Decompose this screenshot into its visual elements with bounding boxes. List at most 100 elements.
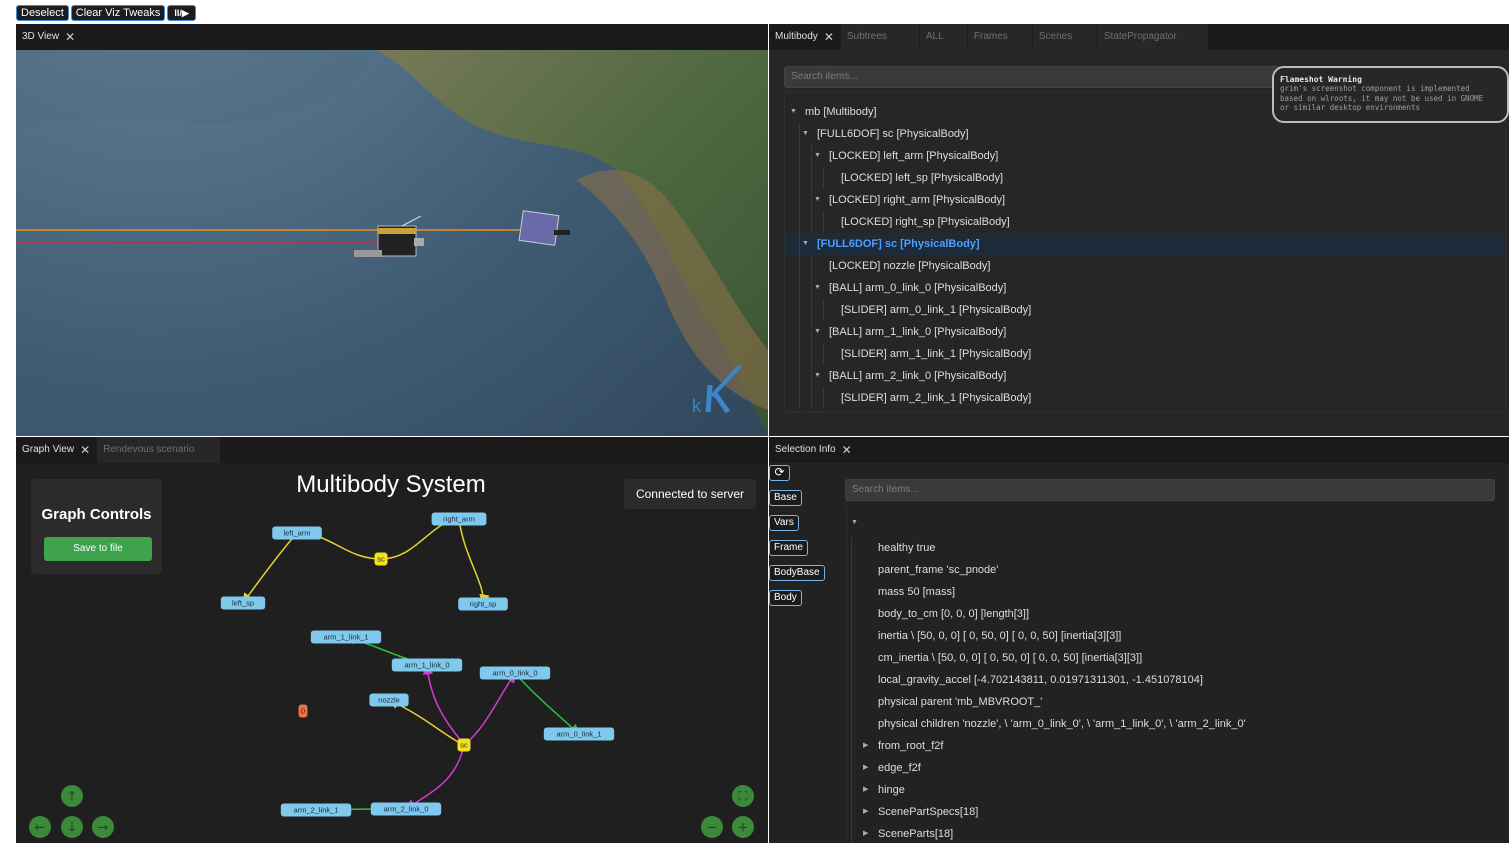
tab-all[interactable]: ALL: [919, 24, 967, 50]
tree-guide-line: [851, 625, 852, 647]
expand-caret-icon[interactable]: ▼: [851, 519, 858, 526]
property-row[interactable]: ▶ edge_f2f: [847, 757, 1496, 779]
tree-item[interactable]: [SLIDER] arm_0_link_1 [PhysicalBody]: [785, 299, 1505, 321]
tree-guide-line: [799, 145, 800, 167]
collapsed-caret-icon[interactable]: ▶: [863, 823, 868, 843]
expand-caret-icon[interactable]: ▼: [802, 233, 809, 255]
expand-caret-icon[interactable]: ▼: [814, 321, 821, 343]
tree-guide-line: [811, 321, 812, 343]
property-label: mass 50 [mass]: [878, 586, 956, 598]
property-row: mass 50 [mass]: [847, 581, 1496, 603]
graph-node[interactable]: right_arm: [431, 512, 487, 526]
property-row[interactable]: ▶ from_root_f2f: [847, 735, 1496, 757]
tab-selection-info[interactable]: Selection Info ✕: [769, 437, 858, 463]
graph-node-label: nozzle: [378, 696, 400, 705]
property-label: SceneParts[18]: [878, 828, 954, 840]
refresh-icon[interactable]: ⟳: [769, 465, 790, 481]
tree-item[interactable]: ▼ [FULL6DOF] sc [PhysicalBody]: [785, 233, 1505, 255]
close-icon[interactable]: ✕: [824, 24, 834, 50]
tree-guide-line: [799, 277, 800, 299]
app-root: Deselect Clear Viz Tweaks II/▶ 3D View ✕: [0, 0, 1509, 843]
graph-node[interactable]: sc: [374, 552, 388, 566]
tab-graph-view[interactable]: Graph View ✕: [16, 437, 97, 463]
close-icon[interactable]: ✕: [80, 437, 90, 463]
fit-to-view-icon[interactable]: ⛶: [732, 785, 754, 807]
graph-node[interactable]: nozzle: [369, 693, 409, 707]
tab-multibody[interactable]: Multibody ✕: [769, 24, 840, 50]
property-row[interactable]: ▶ SceneParts[18]: [847, 823, 1496, 843]
expand-caret-icon[interactable]: ▼: [814, 189, 821, 211]
pan-right-icon[interactable]: →: [92, 816, 114, 838]
graph-node-label: arm_2_link_1: [293, 806, 338, 815]
frame-button[interactable]: Frame: [769, 540, 808, 556]
bodybase-button[interactable]: BodyBase: [769, 565, 825, 581]
tree-item[interactable]: [LOCKED] left_sp [PhysicalBody]: [785, 167, 1505, 189]
close-icon[interactable]: ✕: [842, 437, 852, 463]
tree-item-label: mb [Multibody]: [805, 106, 877, 118]
graph-node-label: arm_1_link_0: [404, 661, 449, 670]
collapsed-caret-icon[interactable]: ▶: [863, 735, 868, 757]
close-icon[interactable]: ✕: [65, 24, 75, 50]
save-to-file-button[interactable]: Save to file: [44, 537, 152, 561]
tab-frames-label: Frames: [973, 31, 1008, 42]
deselect-button[interactable]: Deselect: [16, 5, 69, 21]
expand-caret-icon[interactable]: ▼: [814, 277, 821, 299]
collapsed-caret-icon[interactable]: ▶: [863, 757, 868, 779]
expand-caret-icon[interactable]: ▼: [802, 123, 809, 145]
tab-scenes[interactable]: Scenes: [1032, 24, 1097, 50]
tree-item[interactable]: [SLIDER] arm_1_link_1 [PhysicalBody]: [785, 343, 1505, 365]
pan-down-icon[interactable]: ↓: [61, 816, 83, 838]
tree-guide-line: [851, 537, 852, 559]
tree-item[interactable]: ▼ [BALL] arm_0_link_0 [PhysicalBody]: [785, 277, 1505, 299]
graph-tabbar: Graph View ✕ Rendevous scenario: [16, 437, 768, 463]
property-row: local_gravity_accel [-4.702143811, 0.019…: [847, 669, 1496, 691]
vars-button[interactable]: Vars: [769, 515, 799, 531]
tree-item[interactable]: [SLIDER] arm_2_link_1 [PhysicalBody]: [785, 387, 1505, 409]
tree-guide-line: [811, 277, 812, 299]
tree-item[interactable]: ▼ [BALL] arm_2_link_0 [PhysicalBody]: [785, 365, 1505, 387]
graph-node[interactable]: arm_1_link_0: [391, 658, 463, 672]
tree-item[interactable]: [LOCKED] right_sp [PhysicalBody]: [785, 211, 1505, 233]
tree-item[interactable]: [LOCKED] nozzle [PhysicalBody]: [785, 255, 1505, 277]
graph-node[interactable]: left_arm: [272, 526, 322, 540]
3d-viewport[interactable]: k: [16, 50, 768, 436]
tree-item-label: [BALL] arm_2_link_0 [PhysicalBody]: [829, 370, 1007, 382]
collapsed-caret-icon[interactable]: ▶: [863, 801, 868, 823]
property-row[interactable]: ▶ ScenePartSpecs[18]: [847, 801, 1496, 823]
tree-item[interactable]: ▼ [LOCKED] right_arm [PhysicalBody]: [785, 189, 1505, 211]
graph-node-label: arm_1_link_1: [323, 633, 368, 642]
tree-item[interactable]: ▼ [FULL6DOF] sc [PhysicalBody]: [785, 123, 1505, 145]
tab-frames[interactable]: Frames: [967, 24, 1032, 50]
graph-node[interactable]: arm_1_link_1: [310, 630, 382, 644]
tab-subtrees[interactable]: Subtrees: [840, 24, 919, 50]
expand-caret-icon[interactable]: ▼: [814, 365, 821, 387]
pan-up-icon[interactable]: ↑: [61, 785, 83, 807]
play-pause-button[interactable]: II/▶: [167, 5, 196, 21]
clear-viz-tweaks-button[interactable]: Clear Viz Tweaks: [70, 5, 166, 21]
graph-node[interactable]: right_sp: [458, 597, 508, 611]
graph-node[interactable]: arm_0_link_1: [543, 727, 615, 741]
property-row[interactable]: ▶ hinge: [847, 779, 1496, 801]
graph-node[interactable]: arm_2_link_0: [370, 802, 442, 816]
tree-item[interactable]: ▼ [BALL] arm_1_link_0 [PhysicalBody]: [785, 321, 1505, 343]
base-button[interactable]: Base: [769, 490, 802, 506]
graph-node[interactable]: left_sp: [220, 596, 266, 610]
tab-statepropagator[interactable]: StatePropagator: [1097, 24, 1208, 50]
multibody-search-input[interactable]: Search items...: [784, 66, 1284, 88]
zoom-out-icon[interactable]: −: [701, 816, 723, 838]
pan-left-icon[interactable]: ←: [29, 816, 51, 838]
graph-node[interactable]: arm_2_link_1: [280, 803, 352, 817]
graph-node[interactable]: sc: [457, 738, 471, 752]
expand-caret-icon[interactable]: ▼: [790, 101, 797, 123]
graph-node[interactable]: arm_0_link_0: [479, 666, 551, 680]
expand-caret-icon[interactable]: ▼: [814, 145, 821, 167]
tab-rendevous-scenario[interactable]: Rendevous scenario: [97, 437, 221, 463]
zoom-in-icon[interactable]: +: [732, 816, 754, 838]
tree-item[interactable]: ▼ [LOCKED] left_arm [PhysicalBody]: [785, 145, 1505, 167]
graph-node[interactable]: 0: [298, 704, 308, 718]
body-button[interactable]: Body: [769, 590, 802, 606]
selection-search-input[interactable]: Search items...: [845, 479, 1495, 501]
collapsed-caret-icon[interactable]: ▶: [863, 779, 868, 801]
property-row: inertia \ [50, 0, 0] [ 0, 50, 0] [ 0, 0,…: [847, 625, 1496, 647]
tab-3d-view[interactable]: 3D View ✕: [16, 24, 82, 50]
